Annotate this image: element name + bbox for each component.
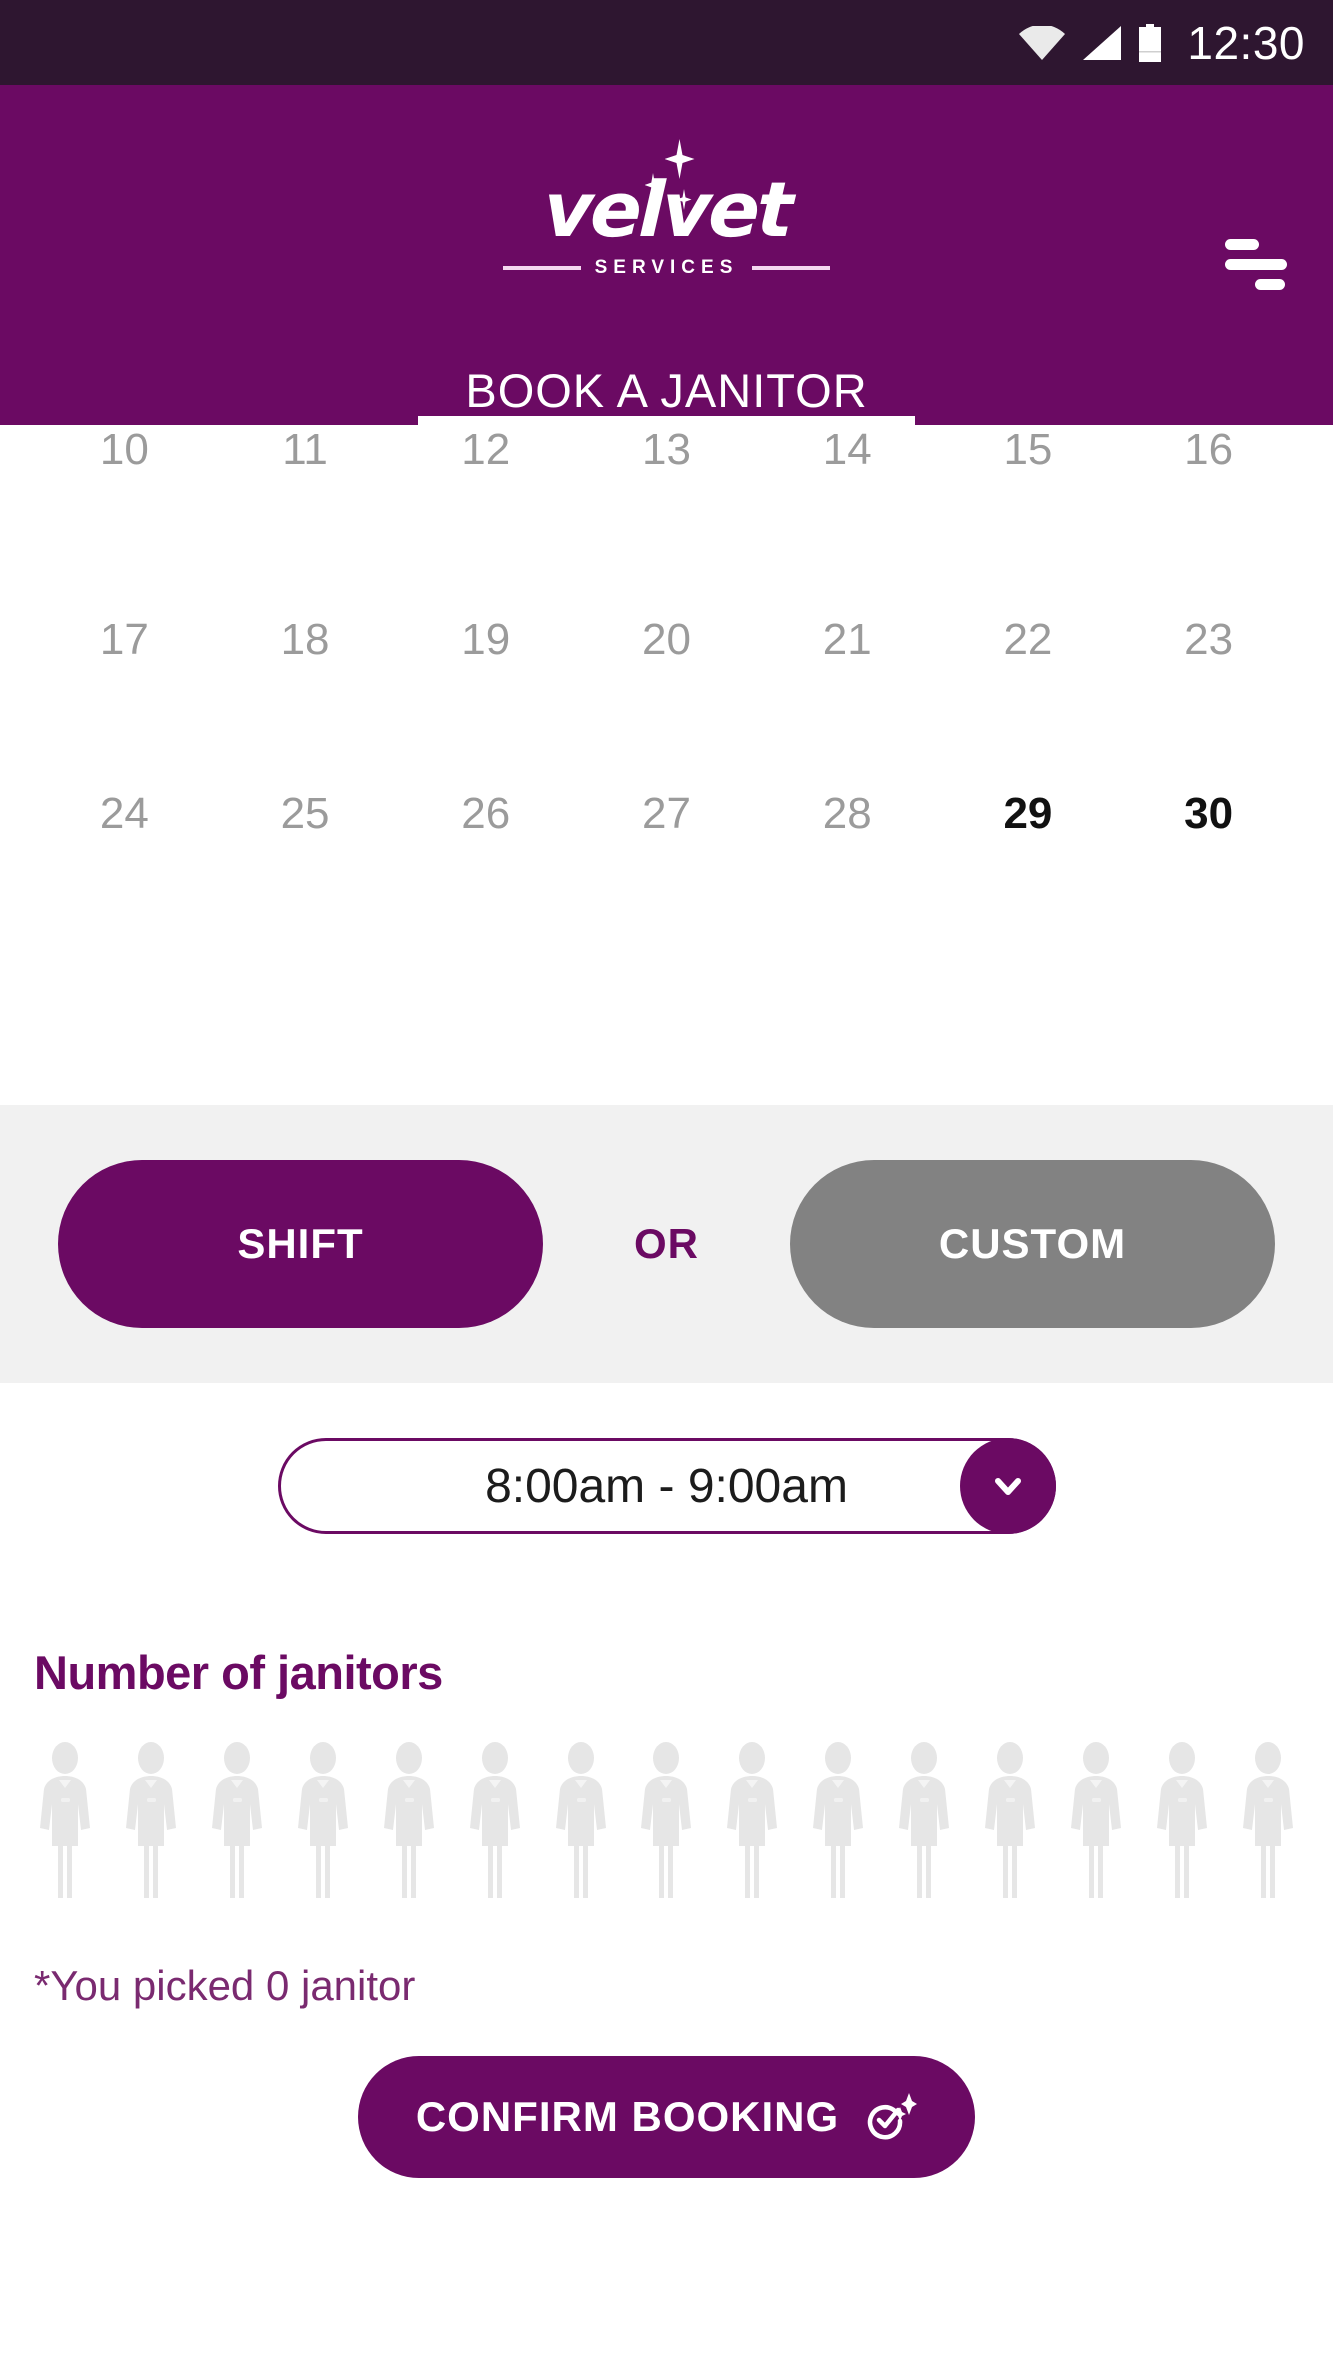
calendar-day-15: 15 — [1003, 425, 1053, 474]
calendar-day-10: 10 — [99, 425, 149, 474]
janitor-person-icon[interactable] — [34, 1742, 96, 1900]
calendar-day-27: 27 — [642, 789, 691, 838]
calendar-day-13: 13 — [642, 425, 691, 474]
janitor-person-icon[interactable] — [721, 1742, 783, 1900]
picked-janitor-note: *You picked 0 janitor — [34, 1962, 416, 2009]
menu-line-2 — [1225, 258, 1287, 270]
confirm-booking-label: CONFIRM BOOKING — [415, 2093, 840, 2140]
janitor-person-icon[interactable] — [464, 1742, 526, 1900]
calendar-day-21: 21 — [822, 615, 872, 664]
status-bar: 12:30 — [0, 0, 1333, 85]
wifi-icon — [1019, 25, 1066, 60]
janitor-person-icon[interactable] — [893, 1742, 955, 1900]
menu-line-1 — [1225, 238, 1259, 250]
hamburger-menu-icon[interactable] — [1215, 233, 1289, 295]
calendar-day-18: 18 — [280, 615, 330, 664]
tab-book-a-janitor[interactable]: BOOK A JANITOR — [0, 363, 1333, 418]
menu-line-3 — [1255, 278, 1285, 290]
calendar-day-16: 16 — [1184, 425, 1234, 474]
janitor-person-icon[interactable] — [807, 1742, 869, 1900]
time-slot-value: 8:00am - 9:00am — [485, 1459, 848, 1513]
calendar-day-22: 22 — [1003, 615, 1053, 664]
tagline-rule-left — [502, 266, 581, 270]
app-header: velvet SERVICES BOOK A JANITOR — [0, 85, 1333, 425]
calendar: 10 11 12 13 14 15 16 17 18 19 20 21 22 23 24 25 26 27 28 29… — [0, 425, 1333, 1105]
status-icon-group — [1019, 23, 1163, 62]
custom-mode-button[interactable]: CUSTOM — [790, 1160, 1275, 1328]
janitor-section-title: Number of janitors — [34, 1646, 443, 1699]
calendar-grid: 10 11 12 13 14 15 16 17 18 19 20 21 22 23 24 25 26 27 28 29… — [34, 425, 1299, 901]
janitor-person-icon[interactable] — [979, 1742, 1041, 1900]
brand-name: velvet — [541, 165, 792, 254]
sparkle-check-icon — [865, 2089, 918, 2145]
status-bar-clock: 12:30 — [1187, 16, 1305, 69]
brand-logo: velvet SERVICES — [0, 139, 1333, 279]
battery-icon — [1137, 23, 1163, 62]
calendar-day-12: 12 — [461, 425, 511, 474]
janitor-person-icon[interactable] — [206, 1742, 268, 1900]
tab-label: BOOK A JANITOR — [465, 364, 868, 417]
calendar-day-24: 24 — [99, 789, 149, 838]
calendar-day-26: 26 — [461, 789, 511, 838]
janitor-count-section: Number of janitors *You picked 0 janitor — [0, 1589, 1333, 2010]
calendar-day-14: 14 — [822, 425, 872, 474]
tagline-rule-right — [752, 266, 831, 270]
time-slot-select[interactable]: 8:00am - 9:00am — [277, 1438, 1056, 1534]
janitor-person-icon[interactable] — [635, 1742, 697, 1900]
cellular-signal-icon — [1081, 25, 1122, 60]
calendar-day-20: 20 — [642, 615, 691, 664]
shift-mode-button[interactable]: SHIFT — [58, 1160, 543, 1328]
calendar-day-19: 19 — [461, 615, 511, 664]
janitor-person-icon[interactable] — [292, 1742, 354, 1900]
brand-logo-mark: velvet — [517, 139, 817, 254]
calendar-day-28: 28 — [822, 789, 872, 838]
app-screen: 12:30 velvet SERVICES BOOK A JANITOR 10 … — [0, 0, 1333, 2371]
calendar-day-30[interactable]: 30 — [1118, 727, 1299, 901]
tab-active-indicator — [418, 416, 915, 425]
time-slot-section: 8:00am - 9:00am — [0, 1383, 1333, 1589]
mode-or-label: OR — [634, 1220, 699, 1267]
calendar-day-23: 23 — [1184, 615, 1234, 664]
confirm-section: CONFIRM BOOKING — [0, 2056, 1333, 2178]
janitor-person-icon[interactable] — [378, 1742, 440, 1900]
calendar-day-17: 17 — [99, 615, 149, 664]
booking-mode-selector: SHIFT OR CUSTOM — [0, 1105, 1333, 1383]
janitor-person-icon[interactable] — [1237, 1742, 1299, 1900]
confirm-booking-button[interactable]: CONFIRM BOOKING — [358, 2056, 975, 2178]
calendar-day-29[interactable]: 29 — [938, 727, 1119, 901]
janitor-person-icon[interactable] — [1065, 1742, 1127, 1900]
janitor-person-icon[interactable] — [550, 1742, 612, 1900]
brand-tagline: SERVICES — [594, 257, 739, 278]
brand-tagline-row: SERVICES — [502, 257, 831, 279]
janitor-icon-row — [34, 1740, 1299, 1900]
janitor-person-icon[interactable] — [120, 1742, 182, 1900]
calendar-day-25: 25 — [280, 789, 330, 838]
janitor-person-icon[interactable] — [1151, 1742, 1213, 1900]
chevron-down-icon[interactable] — [959, 1438, 1056, 1534]
calendar-day-11: 11 — [282, 425, 328, 474]
